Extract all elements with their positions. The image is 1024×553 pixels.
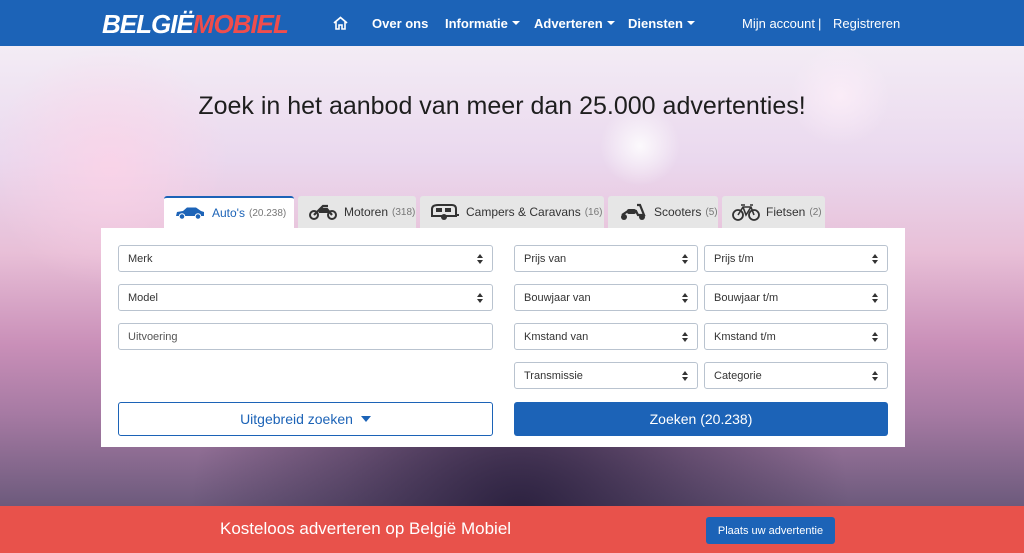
prijs-tm-label: Prijs t/m [714,252,754,265]
nav-mijn-account[interactable]: Mijn account [742,0,815,46]
kmstand-tm-label: Kmstand t/m [714,330,776,343]
tab-fietsen[interactable]: Fietsen (2) [722,196,825,228]
advanced-search-label: Uitgebreid zoeken [240,411,353,427]
hero-title: Zoek in het aanbod van meer dan 25.000 a… [198,92,806,120]
car-icon [174,206,206,220]
uitvoering-placeholder: Uitvoering [128,330,178,343]
tab-scooters-label: Scooters [654,205,702,219]
caret-down-icon [360,416,371,422]
nav-home[interactable] [333,0,348,46]
select-arrows-icon [682,371,688,381]
nav-adverteren-label: Adverteren [534,15,603,31]
search-button[interactable]: Zoeken (20.238) [514,402,888,436]
merk-select[interactable]: Merk [118,245,493,272]
nav-diensten-label: Diensten [628,15,683,31]
kmstand-van-select[interactable]: Kmstand van [514,323,698,350]
select-arrows-icon [682,254,688,264]
place-ad-button[interactable]: Plaats uw advertentie [706,517,835,544]
transmissie-select[interactable]: Transmissie [514,362,698,389]
bouwjaar-tm-label: Bouwjaar t/m [714,291,779,304]
motorcycle-icon [308,204,338,220]
nav-adverteren[interactable]: Adverteren [534,0,615,46]
scooter-icon [618,203,648,221]
bicycle-icon [732,203,760,221]
caravan-icon [430,203,460,221]
tab-campers-count: (16) [584,206,603,218]
tab-scooters-count: (5) [705,206,718,218]
chevron-down-icon [606,21,615,25]
logo-part-1: BELGIË [102,9,194,39]
chevron-down-icon [511,21,520,25]
select-arrows-icon [477,293,483,303]
categorie-label: Categorie [714,369,762,382]
tab-motoren-label: Motoren [344,205,389,219]
uitvoering-input[interactable]: Uitvoering [118,323,493,350]
site-logo[interactable]: BELGIËMOBIEL [102,9,289,39]
tab-fietsen-count: (2) [809,206,822,218]
advanced-search-button[interactable]: Uitgebreid zoeken [118,402,493,436]
bouwjaar-van-select[interactable]: Bouwjaar van [514,284,698,311]
tab-autos-label: Auto's [212,206,245,220]
top-navbar: BELGIËMOBIEL Over ons Informatie Adverte… [0,0,1024,46]
kmstand-tm-select[interactable]: Kmstand t/m [704,323,888,350]
select-arrows-icon [872,254,878,264]
tab-autos[interactable]: Auto's (20.238) [164,196,294,228]
prijs-tm-select[interactable]: Prijs t/m [704,245,888,272]
nav-informatie[interactable]: Informatie [445,0,520,46]
nav-over-ons[interactable]: Over ons [372,0,428,46]
select-arrows-icon [682,332,688,342]
tab-scooters[interactable]: Scooters (5) [608,196,718,228]
nav-diensten[interactable]: Diensten [628,0,695,46]
chevron-down-icon [686,21,695,25]
nav-separator: | [818,15,822,31]
tab-campers-caravans[interactable]: Campers & Caravans (16) [420,196,604,228]
promo-bar: Kosteloos adverteren op België Mobiel Pl… [0,506,1024,553]
model-select-label: Model [128,291,158,304]
tab-autos-count: (20.238) [248,207,287,219]
select-arrows-icon [477,254,483,264]
prijs-van-label: Prijs van [524,252,567,265]
bouwjaar-van-label: Bouwjaar van [524,291,591,304]
tab-motoren[interactable]: Motoren (318) [298,196,416,228]
merk-select-label: Merk [128,252,153,265]
home-icon [333,16,348,30]
nav-informatie-label: Informatie [445,15,508,31]
categorie-select[interactable]: Categorie [704,362,888,389]
bouwjaar-tm-select[interactable]: Bouwjaar t/m [704,284,888,311]
search-panel: Merk Model Uitvoering Prijs van Prijs t/… [101,228,905,447]
search-button-label: Zoeken (20.238) [649,411,753,427]
vehicle-tabs: Auto's (20.238) Motoren (318) Campers & … [164,196,825,228]
tab-fietsen-label: Fietsen [766,205,806,219]
promo-text: Kosteloos adverteren op België Mobiel [220,519,512,538]
logo-part-2: MOBIEL [192,9,289,39]
tab-campers-label: Campers & Caravans [466,205,581,219]
nav-registreren[interactable]: Registreren [833,0,900,46]
select-arrows-icon [872,371,878,381]
transmissie-label: Transmissie [524,369,583,382]
model-select[interactable]: Model [118,284,493,311]
select-arrows-icon [682,293,688,303]
kmstand-van-label: Kmstand van [524,330,589,343]
prijs-van-select[interactable]: Prijs van [514,245,698,272]
select-arrows-icon [872,332,878,342]
tab-motoren-count: (318) [392,206,416,218]
select-arrows-icon [872,293,878,303]
